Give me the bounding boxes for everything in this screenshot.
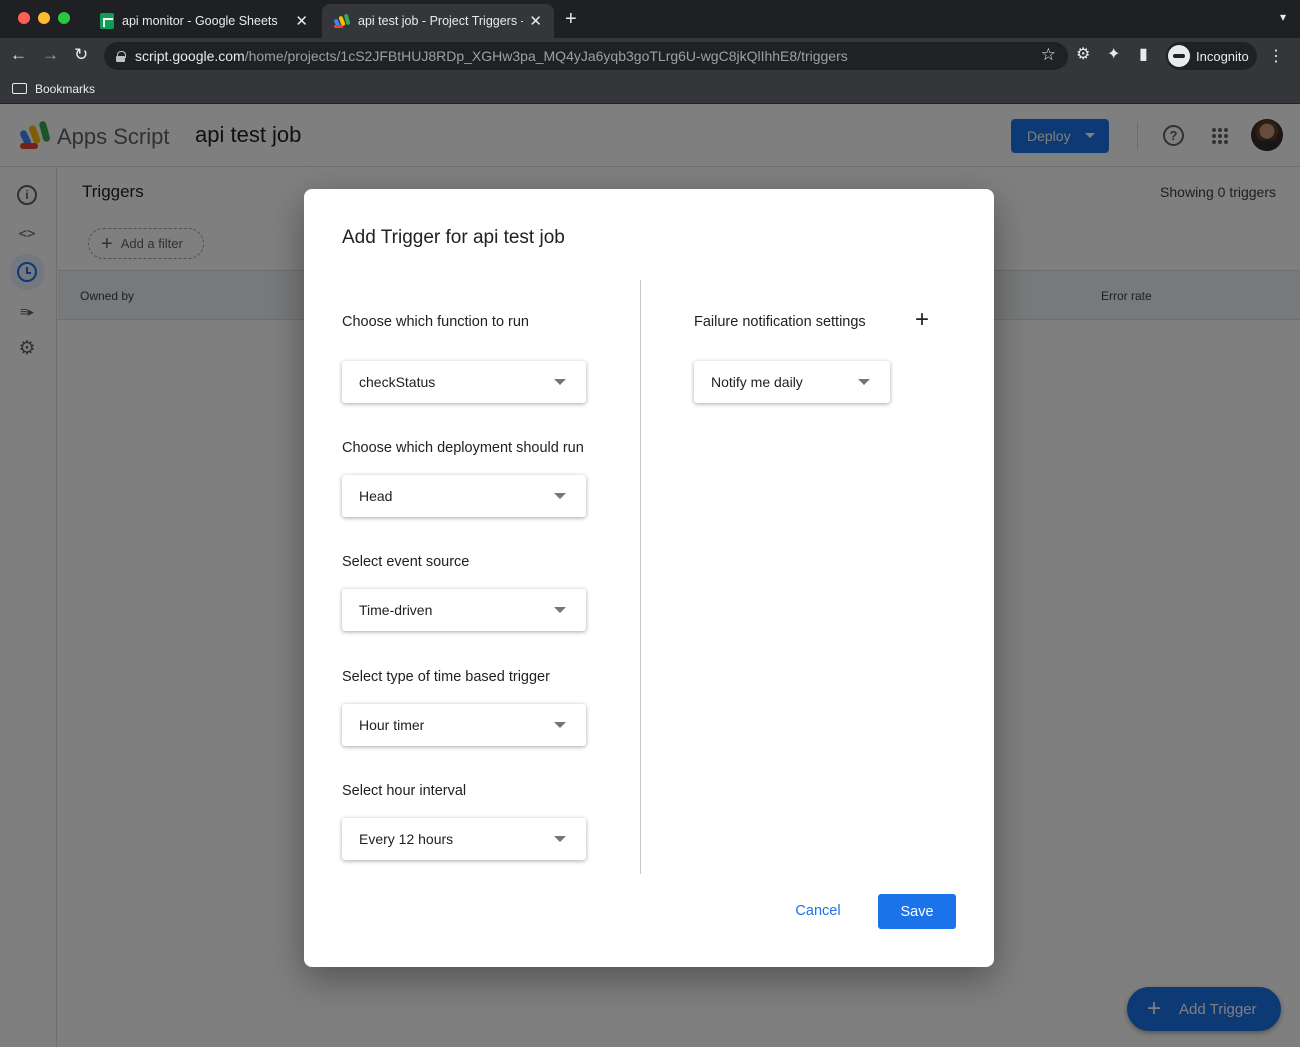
incognito-icon [1168, 45, 1190, 67]
zoom-window-button[interactable] [58, 12, 70, 24]
browser-menu-icon[interactable]: ⋮ [1268, 46, 1284, 66]
back-arrow-icon[interactable]: ← [10, 45, 27, 65]
tab-title: api test job - Project Triggers - [358, 14, 523, 28]
trigger-type-select[interactable]: Hour timer [342, 704, 586, 746]
forward-arrow-icon[interactable]: → [42, 45, 59, 65]
lock-icon [116, 50, 126, 62]
event-source-label: Select event source [342, 554, 470, 570]
interval-label: Select hour interval [342, 783, 467, 799]
tab-title: api monitor - Google Sheets [122, 14, 278, 28]
tab-project-triggers[interactable]: api test job - Project Triggers - ✕ [322, 4, 554, 38]
function-value: checkStatus [359, 374, 436, 390]
deployment-select[interactable]: Head [342, 475, 586, 517]
dropdown-arrow-icon [554, 379, 566, 385]
reload-icon[interactable]: ↻ [74, 45, 88, 65]
cancel-button[interactable]: Cancel [780, 894, 856, 928]
trigger-type-label: Select type of time based trigger [342, 669, 550, 685]
side-panel-icon[interactable]: ▮ [1139, 46, 1148, 64]
dialog-title: Add Trigger for api test job [342, 227, 565, 248]
deployment-label: Choose which deployment should run [342, 440, 584, 456]
add-trigger-dialog: Add Trigger for api test job Choose whic… [304, 189, 994, 967]
dropdown-arrow-icon [554, 493, 566, 499]
address-bar[interactable]: script.google.com /home/projects/1cS2JFB… [104, 42, 1068, 70]
failure-notification-value: Notify me daily [711, 374, 803, 390]
url-path: /home/projects/1cS2JFBtHUJ8RDp_XGHw3pa_M… [244, 48, 848, 64]
interval-select[interactable]: Every 12 hours [342, 818, 586, 860]
dropdown-arrow-icon [858, 379, 870, 385]
function-select[interactable]: checkStatus [342, 361, 586, 403]
minimize-window-button[interactable] [38, 12, 50, 24]
incognito-label: Incognito [1196, 48, 1249, 64]
bookmark-star-icon[interactable]: ☆ [1041, 45, 1056, 65]
tab-api-monitor[interactable]: api monitor - Google Sheets ✕ [88, 4, 320, 38]
close-window-button[interactable] [18, 12, 30, 24]
extensions-puzzle-icon[interactable]: ✦ [1107, 46, 1120, 64]
function-label: Choose which function to run [342, 314, 529, 330]
add-notification-icon[interactable]: + [915, 308, 929, 332]
tab-search-chevron-icon[interactable]: ▾ [1280, 10, 1286, 24]
bookmarks-folder[interactable]: Bookmarks [35, 82, 95, 96]
browser-toolbar: ← → ↻ script.google.com /home/projects/1… [0, 38, 1300, 74]
dropdown-arrow-icon [554, 607, 566, 613]
event-source-value: Time-driven [359, 602, 433, 618]
url-host: script.google.com [135, 48, 245, 64]
close-tab-icon[interactable]: ✕ [295, 12, 308, 30]
column-divider [640, 280, 641, 874]
failure-notification-select[interactable]: Notify me daily [694, 361, 890, 403]
save-button[interactable]: Save [878, 894, 956, 929]
folder-icon [12, 83, 27, 94]
dropdown-arrow-icon [554, 836, 566, 842]
bookmarks-bar: Bookmarks [0, 74, 1300, 104]
trigger-type-value: Hour timer [359, 717, 425, 733]
new-tab-icon[interactable]: + [565, 9, 577, 29]
event-source-select[interactable]: Time-driven [342, 589, 586, 631]
incognito-indicator[interactable]: Incognito [1166, 42, 1257, 70]
interval-value: Every 12 hours [359, 831, 454, 847]
failure-notification-label: Failure notification settings [694, 314, 866, 330]
apps-script-icon [334, 14, 350, 28]
extension-gear-icon[interactable]: ⚙ [1076, 46, 1090, 64]
google-sheets-icon [100, 13, 114, 29]
dropdown-arrow-icon [554, 722, 566, 728]
deployment-value: Head [359, 488, 393, 504]
close-tab-icon[interactable]: ✕ [529, 12, 542, 30]
browser-tab-bar: api monitor - Google Sheets ✕ api test j… [0, 0, 1300, 38]
